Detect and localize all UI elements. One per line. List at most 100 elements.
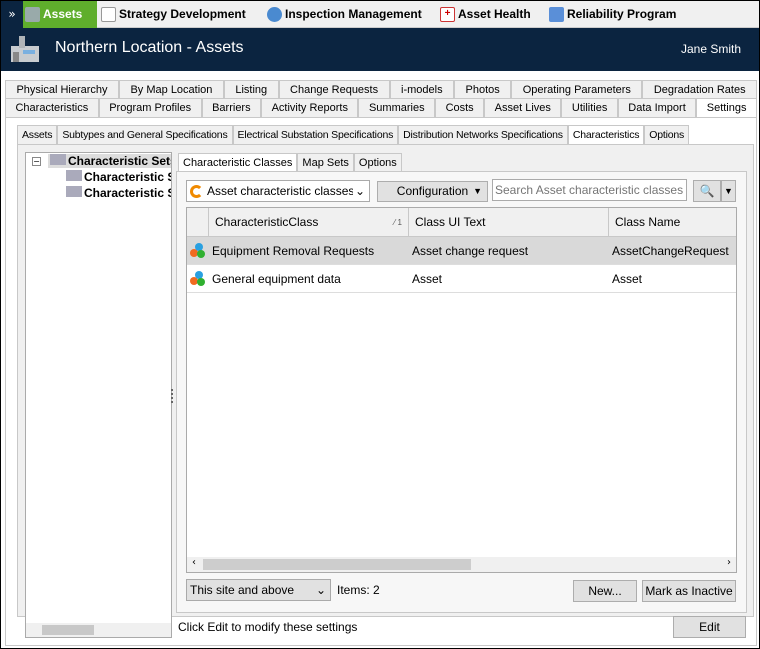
scrollbar-thumb[interactable] (42, 625, 94, 635)
first-aid-icon: + (440, 7, 455, 22)
tab-by-map-location[interactable]: By Map Location (119, 80, 224, 99)
page-header: Northern Location - Assets Jane Smith (1, 28, 759, 71)
app-tab-inspection-management[interactable]: Inspection Management (265, 1, 422, 28)
column-header-characteristic-class[interactable]: CharacteristicClass ⁄ 1 (209, 208, 409, 237)
edit-button[interactable]: Edit (673, 616, 746, 638)
app-label: Inspection Management (285, 7, 422, 21)
tab-program-profiles[interactable]: Program Profiles (98, 98, 202, 117)
tab-operating-parameters[interactable]: Operating Parameters (511, 80, 643, 99)
search-input[interactable] (492, 179, 687, 201)
tab-physical-hierarchy[interactable]: Physical Hierarchy (5, 80, 120, 99)
subtab-distribution-networks[interactable]: Distribution Networks Specifications (398, 125, 568, 144)
column-header-class-name[interactable]: Class Name (609, 208, 736, 237)
app-label: Assets (43, 7, 83, 21)
building-icon (66, 186, 82, 197)
scrollbar-thumb[interactable] (203, 559, 471, 570)
tab-i-models[interactable]: i-models (389, 80, 455, 99)
new-button[interactable]: New... (573, 580, 637, 602)
tab-settings[interactable]: Settings (696, 98, 757, 117)
tab-degradation-rates[interactable]: Degradation Rates (642, 80, 758, 99)
subtab-subtypes[interactable]: Subtypes and General Specifications (57, 125, 233, 144)
tree-horizontal-scrollbar[interactable] (26, 623, 171, 637)
tab-utilities[interactable]: Utilities (561, 98, 618, 117)
tree-node-label: Characteristic Sets (68, 154, 172, 168)
items-count: Items: 2 (337, 583, 380, 597)
column-label: CharacteristicClass (215, 215, 319, 229)
site-filter-value: This site and above (190, 583, 295, 597)
gauge-icon (267, 7, 282, 22)
cell-characteristic-class: Equipment Removal Requests (209, 237, 409, 265)
sort-indicator: ⁄ 1 (393, 218, 402, 227)
tab-barriers[interactable]: Barriers (201, 98, 262, 117)
mark-inactive-button[interactable]: Mark as Inactive (642, 580, 736, 602)
tab-row-2: Characteristics Program Profiles Barrier… (5, 98, 757, 117)
tab-map-sets[interactable]: Map Sets (297, 153, 354, 172)
cell-characteristic-class: General equipment data (209, 265, 409, 293)
dropdown-arrow-icon: ▼ (724, 186, 733, 196)
subtab-characteristics[interactable]: Characteristics (567, 125, 645, 144)
tab-data-import[interactable]: Data Import (617, 98, 697, 117)
site-filter-select[interactable]: This site and above ⌄ (186, 579, 331, 601)
splitter-handle[interactable] (171, 389, 175, 403)
subtab-options[interactable]: Options (644, 125, 690, 144)
configuration-button[interactable]: Configuration ▼ (377, 181, 488, 202)
cell-class-ui-text: Asset change request (409, 237, 609, 265)
tree-node-label: Characteristic Sets (84, 170, 171, 184)
collapse-chevron-button[interactable]: » (1, 1, 23, 28)
calendar-icon (549, 7, 564, 22)
tab-change-requests[interactable]: Change Requests (278, 80, 390, 99)
scope-select[interactable]: Asset characteristic classes at this sit… (186, 180, 370, 202)
tab-listing[interactable]: Listing (223, 80, 279, 99)
chevron-down-icon: ⌄ (315, 583, 326, 597)
column-header-class-ui-text[interactable]: Class UI Text (409, 208, 609, 237)
scroll-right-icon[interactable]: › (727, 557, 731, 568)
search-icon: 🔍 (699, 184, 715, 198)
building-icon (50, 154, 66, 165)
app-tab-reliability-program[interactable]: Reliability Program (547, 1, 676, 28)
tab-characteristic-classes[interactable]: Characteristic Classes (178, 153, 298, 172)
dropdown-arrow-icon: ▼ (473, 186, 482, 196)
gears-icon (25, 7, 40, 22)
tab-characteristics[interactable]: Characteristics (5, 98, 99, 117)
scroll-left-icon[interactable]: ‹ (192, 557, 196, 568)
user-name[interactable]: Jane Smith (681, 42, 741, 56)
tab-activity-reports[interactable]: Activity Reports (261, 98, 359, 117)
button-label: Configuration (396, 184, 469, 198)
row-selector-header (187, 208, 209, 237)
subtab-assets[interactable]: Assets (17, 125, 58, 144)
subtab-electrical-substation[interactable]: Electrical Substation Specifications (232, 125, 399, 144)
tree-child-node[interactable]: Characteristic Sets (66, 170, 171, 184)
grid-horizontal-scrollbar[interactable]: ‹ › (187, 557, 736, 572)
app-tab-assets[interactable]: Assets (23, 1, 97, 28)
inner-tabs: Characteristic Classes Map Sets Options (178, 153, 402, 172)
tab-costs[interactable]: Costs (435, 98, 485, 117)
app-label: Reliability Program (567, 7, 677, 21)
building-icon (66, 170, 82, 181)
factory-icon (11, 36, 39, 62)
scope-select-value: Asset characteristic classes at this sit… (207, 184, 353, 198)
tab-row-1: Physical Hierarchy By Map Location Listi… (5, 80, 758, 99)
tree-root-node[interactable]: Characteristic Sets (48, 154, 172, 168)
search-button[interactable]: 🔍 (693, 180, 721, 202)
characteristic-sets-tree[interactable]: − Characteristic Sets Characteristic Set… (25, 152, 172, 638)
collapse-toggle[interactable]: − (32, 157, 41, 166)
tab-photos[interactable]: Photos (454, 80, 512, 99)
app-label: Asset Health (458, 7, 531, 21)
tab-asset-lives[interactable]: Asset Lives (484, 98, 562, 117)
tab-options[interactable]: Options (353, 153, 402, 172)
row-icon-cell (187, 237, 209, 265)
page-title: Northern Location - Assets (55, 39, 244, 56)
sort-order: 1 (397, 218, 402, 227)
characteristic-classes-grid: CharacteristicClass ⁄ 1 Class UI Text Cla… (186, 207, 737, 573)
tree-child-node[interactable]: Characteristic Sets (66, 186, 171, 200)
search-options-button[interactable]: ▼ (721, 180, 736, 202)
cell-class-name: AssetChangeRequest (609, 237, 736, 265)
molecule-icon (190, 243, 205, 258)
settings-subtabs: Assets Subtypes and General Specificatio… (17, 125, 690, 144)
cell-class-ui-text: Asset (409, 265, 609, 293)
app-switcher-bar: » Assets Strategy Development Inspection… (1, 1, 759, 28)
app-tab-strategy-development[interactable]: Strategy Development (99, 1, 246, 28)
chevron-down-icon: ⌄ (354, 184, 365, 198)
tab-summaries[interactable]: Summaries (358, 98, 436, 117)
app-tab-asset-health[interactable]: + Asset Health (438, 1, 531, 28)
